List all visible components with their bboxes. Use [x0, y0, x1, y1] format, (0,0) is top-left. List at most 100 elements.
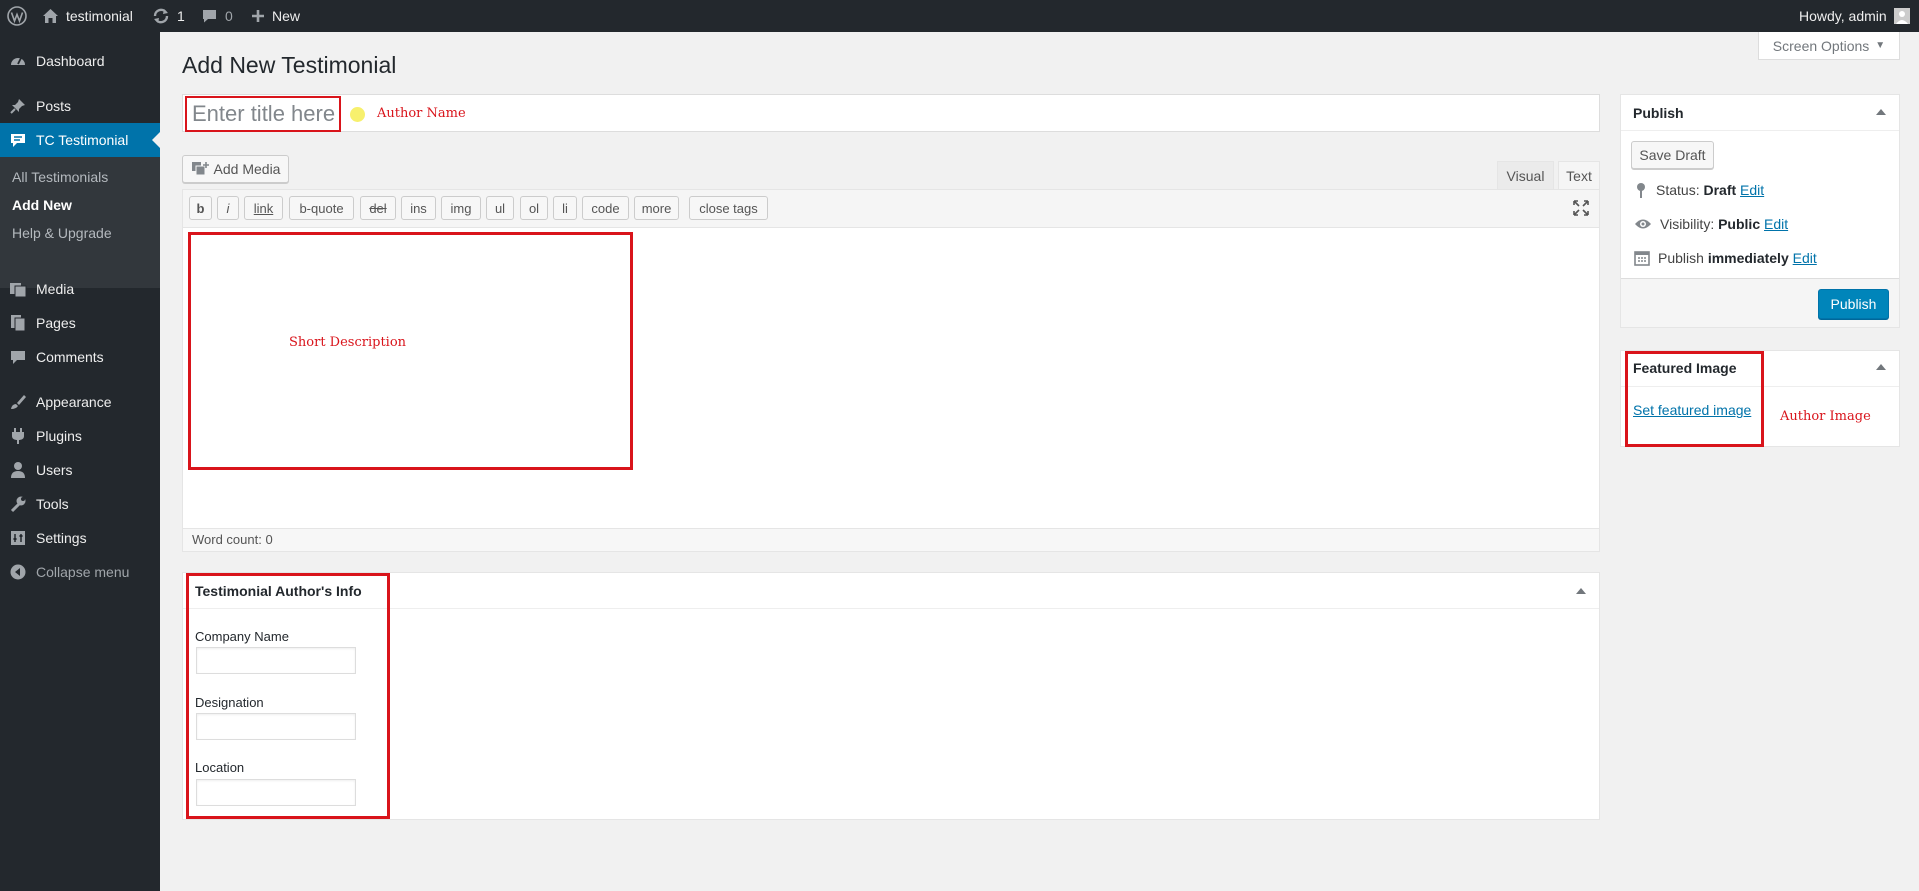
author-name-annotation: Author Name — [377, 106, 466, 121]
title-input[interactable] — [185, 96, 341, 132]
pages-icon — [0, 314, 36, 332]
add-media-button[interactable]: Add Media — [182, 155, 289, 183]
publish-button[interactable]: Publish — [1818, 289, 1889, 319]
comment-icon — [0, 131, 36, 149]
sidebar-item-users[interactable]: Users — [0, 453, 160, 487]
content-textarea[interactable] — [188, 232, 633, 470]
testimonial-submenu: All Testimonials Add New Help & Upgrade — [0, 157, 160, 288]
sidebar-item-label: Users — [36, 462, 73, 478]
visibility-row: Visibility: Public Edit — [1634, 216, 1788, 232]
edit-status-link[interactable]: Edit — [1740, 182, 1764, 198]
toggle-arrow-icon[interactable] — [1576, 588, 1586, 594]
save-draft-button[interactable]: Save Draft — [1631, 141, 1714, 169]
user-icon — [0, 461, 36, 479]
wordpress-logo-icon[interactable] — [7, 0, 27, 32]
submenu-all-testimonials[interactable]: All Testimonials — [12, 169, 108, 185]
author-image-annotation: Author Image — [1780, 409, 1871, 424]
publish-date-row: Publish immediately Edit — [1634, 250, 1817, 266]
sidebar-item-comments[interactable]: Comments — [0, 340, 160, 374]
company-name-label: Company Name — [195, 629, 289, 644]
page-title: Add New Testimonial — [182, 52, 397, 78]
sidebar-item-label: TC Testimonial — [36, 132, 129, 148]
sidebar-item-label: Appearance — [36, 394, 112, 410]
sidebar-item-tools[interactable]: Tools — [0, 487, 160, 521]
settings-icon — [0, 529, 36, 547]
submenu-help-upgrade[interactable]: Help & Upgrade — [12, 225, 112, 241]
sidebar-item-label: Media — [36, 281, 75, 297]
collapse-arrow-icon — [0, 564, 36, 580]
status-value: Draft — [1703, 182, 1737, 198]
updates-icon — [153, 8, 169, 24]
location-field[interactable] — [196, 779, 356, 806]
quicktag-ol-button[interactable]: ol — [520, 196, 548, 220]
updates-count: 1 — [177, 8, 185, 24]
comment-bubble-icon — [203, 10, 216, 23]
chevron-down-icon: ▼ — [1875, 40, 1886, 51]
metabox-divider — [1621, 130, 1899, 131]
collapse-menu-button[interactable]: Collapse menu — [0, 555, 160, 589]
sidebar-item-label: Posts — [36, 98, 72, 114]
edit-visibility-link[interactable]: Edit — [1764, 216, 1788, 232]
plugin-icon — [0, 427, 36, 445]
quicktag-more-button[interactable]: more — [634, 196, 679, 220]
pin-icon — [1637, 183, 1645, 198]
screen-options-label: Screen Options — [1772, 37, 1870, 54]
quicktag-li-button[interactable]: li — [553, 196, 577, 220]
quicktag-ins-button[interactable]: ins — [401, 196, 436, 220]
plus-icon — [252, 10, 264, 22]
quicktag-italic-button[interactable]: i — [217, 196, 239, 220]
new-content-link[interactable]: New — [251, 0, 300, 32]
sidebar-item-pages[interactable]: Pages — [0, 306, 160, 340]
sidebar-item-label: Comments — [36, 349, 104, 365]
tab-text[interactable]: Text — [1558, 161, 1600, 189]
media-icon — [0, 280, 36, 298]
quicktag-ul-button[interactable]: ul — [486, 196, 514, 220]
designation-field[interactable] — [196, 713, 356, 740]
avatar — [1893, 8, 1910, 24]
location-label: Location — [195, 760, 245, 775]
comments-link[interactable]: 0 — [201, 0, 233, 32]
sidebar-item-plugins[interactable]: Plugins — [0, 419, 160, 453]
updates-link[interactable]: 1 — [152, 0, 185, 32]
sidebar-item-tc-testimonial[interactable]: TC Testimonial — [0, 123, 160, 157]
publish-title: Publish — [1633, 105, 1684, 121]
site-name-link[interactable]: testimonial — [42, 0, 133, 32]
comments-icon — [0, 348, 36, 366]
toggle-arrow-icon[interactable] — [1876, 364, 1886, 370]
quicktag-code-button[interactable]: code — [582, 196, 629, 220]
admin-sidebar: Dashboard Posts TC Testimonial All Testi… — [0, 32, 160, 891]
eye-icon — [1635, 219, 1651, 229]
metabox-divider — [183, 608, 1599, 609]
quicktag-img-button[interactable]: img — [441, 196, 481, 220]
quicktag-bquote-button[interactable]: b-quote — [289, 196, 354, 220]
quicktag-close-tags-button[interactable]: close tags — [689, 196, 768, 220]
sidebar-item-label: Plugins — [36, 428, 82, 444]
brush-icon — [0, 393, 36, 411]
sidebar-item-media[interactable]: Media — [0, 272, 160, 306]
cursor-marker — [350, 107, 365, 122]
tab-visual[interactable]: Visual — [1497, 161, 1554, 189]
word-count: Word count: 0 — [192, 532, 273, 547]
sidebar-item-label: Settings — [36, 530, 87, 546]
sidebar-item-posts[interactable]: Posts — [0, 89, 160, 123]
sidebar-item-dashboard[interactable]: Dashboard — [0, 44, 160, 78]
set-featured-image-link[interactable]: Set featured image — [1633, 402, 1751, 418]
add-media-icon — [191, 162, 209, 176]
status-row: Status: Draft Edit — [1634, 182, 1764, 198]
quicktag-link-button[interactable]: link — [244, 196, 283, 220]
comments-count: 0 — [225, 8, 233, 24]
designation-label: Designation — [195, 695, 264, 710]
edit-date-link[interactable]: Edit — [1793, 250, 1817, 266]
fullscreen-icon[interactable] — [1573, 200, 1589, 219]
toggle-arrow-icon[interactable] — [1876, 109, 1886, 115]
screen-options-button[interactable]: Screen Options ▼ — [1758, 32, 1900, 60]
sidebar-item-label: Dashboard — [36, 53, 105, 69]
my-account-link[interactable]: Howdy, admin — [1799, 0, 1910, 32]
sidebar-item-appearance[interactable]: Appearance — [0, 385, 160, 419]
quicktag-del-button[interactable]: del — [360, 196, 396, 220]
sidebar-item-settings[interactable]: Settings — [0, 521, 160, 555]
submenu-add-new[interactable]: Add New — [12, 197, 72, 213]
word-count-bar: Word count: 0 — [183, 528, 1599, 551]
company-name-field[interactable] — [196, 647, 356, 674]
quicktag-bold-button[interactable]: b — [189, 196, 212, 220]
